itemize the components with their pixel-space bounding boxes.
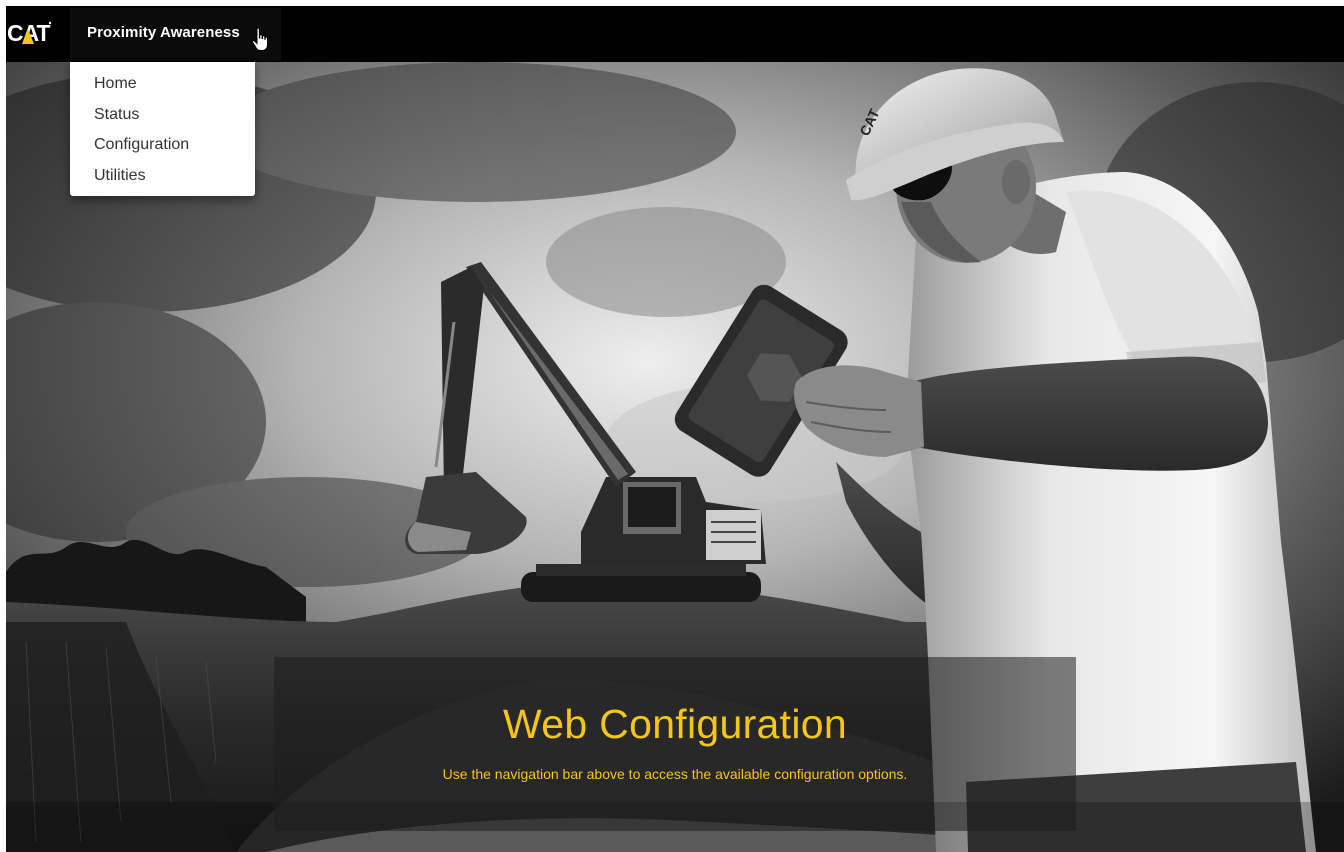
menu-item-utilities[interactable]: Utilities [70,161,255,192]
cat-logo-icon: CAT [7,20,52,46]
browser-viewport: CAT Proximity Awareness Home Status Conf… [6,6,1344,852]
dropdown-menu: Home Status Configuration Utilities [70,62,255,196]
hand-pointer-cursor-icon [251,27,271,53]
menu-item-home[interactable]: Home [70,69,255,100]
proximity-awareness-dropdown[interactable]: Proximity Awareness [70,8,281,61]
navbar: CAT Proximity Awareness [6,6,1344,62]
menu-item-configuration[interactable]: Configuration [70,130,255,161]
menu-item-status[interactable]: Status [70,100,255,131]
dropdown-label: Proximity Awareness [87,24,240,41]
page-subtitle: Use the navigation bar above to access t… [442,766,908,782]
page-title: Web Configuration [503,701,847,747]
cat-logo[interactable]: CAT [6,16,54,50]
hero-caption: Web Configuration Use the navigation bar… [274,657,1076,831]
